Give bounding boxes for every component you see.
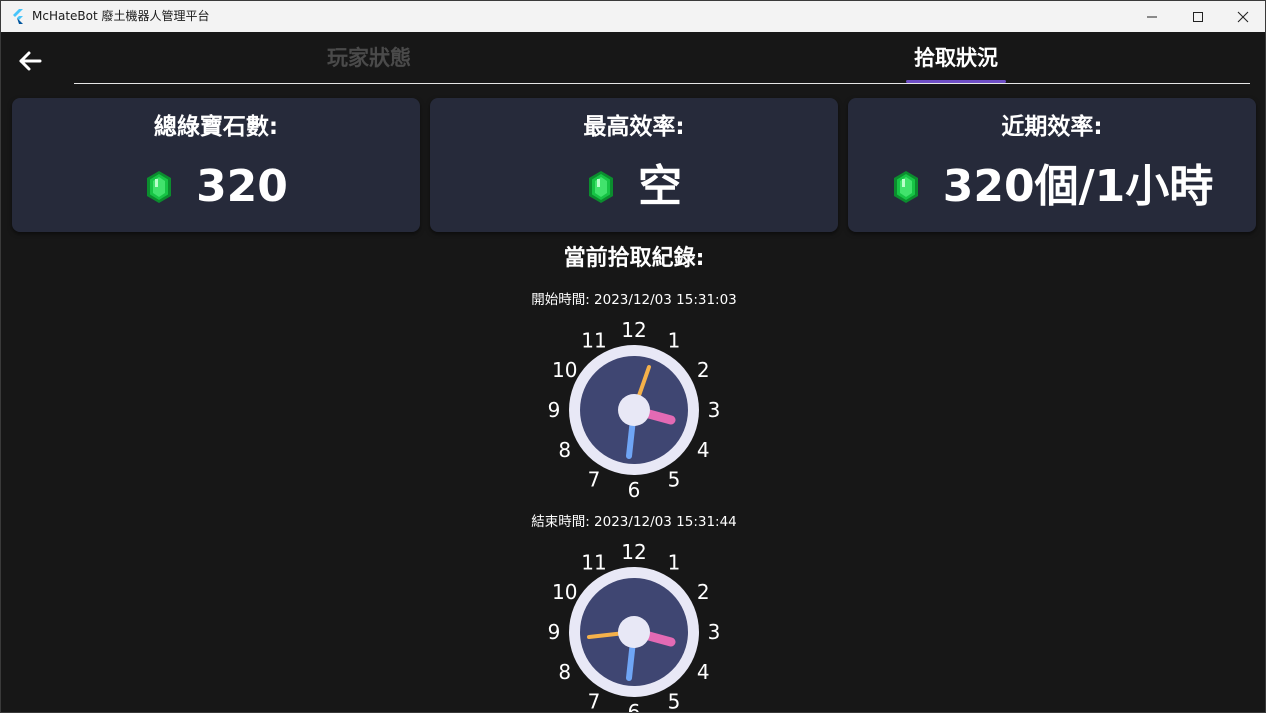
stat-value: 320 <box>196 161 288 212</box>
clock-number: 7 <box>588 689 601 713</box>
start-time-label: 開始時間: 2023/12/03 15:31:03 <box>531 292 737 308</box>
tab-bar: 玩家狀態 拾取狀況 <box>74 32 1250 84</box>
arrow-left-icon <box>19 51 42 71</box>
app-bar: 玩家狀態 拾取狀況 <box>1 32 1265 88</box>
clock-number: 12 <box>621 540 646 564</box>
clock-number: 4 <box>697 438 710 462</box>
clock-number: 1 <box>668 551 681 575</box>
app-window: McHateBot 廢土機器人管理平台 玩家狀態 拾取狀況 總綠寶石數: 320… <box>0 0 1266 713</box>
clock-number: 12 <box>621 318 646 342</box>
emerald-icon <box>893 171 918 203</box>
tab-indicator <box>906 80 1006 83</box>
tab-pickup-status[interactable]: 拾取狀況 <box>906 44 1006 72</box>
stat-card-best: 最高效率: 空 <box>430 98 838 232</box>
clock-number: 3 <box>708 620 721 644</box>
window-title: McHateBot 廢土機器人管理平台 <box>32 9 210 23</box>
stat-label: 最高效率: <box>583 114 685 140</box>
clock-number: 10 <box>552 358 577 382</box>
clock-number: 7 <box>588 467 601 491</box>
close-icon <box>1237 11 1249 22</box>
clock-center <box>618 616 650 648</box>
maximize-button[interactable] <box>1175 1 1221 32</box>
end-time-label: 結束時間: 2023/12/03 15:31:44 <box>531 514 737 530</box>
emerald-icon <box>589 171 613 203</box>
clock-number: 4 <box>697 660 710 684</box>
maximize-icon <box>1193 11 1203 22</box>
title-bar: McHateBot 廢土機器人管理平台 <box>1 1 1265 32</box>
back-button[interactable] <box>15 46 45 76</box>
clock-number: 5 <box>668 467 681 491</box>
stat-label: 近期效率: <box>1001 114 1103 140</box>
clock-number: 2 <box>697 358 710 382</box>
tab-player-status[interactable]: 玩家狀態 <box>319 44 419 72</box>
flutter-icon <box>13 9 23 24</box>
stat-card-total: 總綠寶石數: 320 <box>12 98 420 232</box>
clock-center <box>618 394 650 426</box>
minimize-button[interactable] <box>1129 1 1175 32</box>
close-button[interactable] <box>1220 1 1265 32</box>
clock-number: 5 <box>668 689 681 713</box>
clock-number: 3 <box>708 398 721 422</box>
clock-number: 2 <box>697 580 710 604</box>
clock-number: 9 <box>548 620 561 644</box>
stat-value: 320個/1小時 <box>942 161 1214 212</box>
clock-number: 6 <box>628 700 641 713</box>
clock-number: 6 <box>628 478 641 502</box>
clock-number: 8 <box>558 438 571 462</box>
clock-number: 1 <box>668 329 681 353</box>
clock-number: 10 <box>552 580 577 604</box>
clock-number: 9 <box>548 398 561 422</box>
clock-number: 11 <box>581 329 606 353</box>
minimize-icon <box>1147 16 1157 17</box>
clock-number: 11 <box>581 551 606 575</box>
stat-card-recent: 近期效率: 320個/1小時 <box>848 98 1256 232</box>
clock-number: 8 <box>558 660 571 684</box>
records-title: 當前拾取紀錄: <box>563 246 705 271</box>
emerald-icon <box>147 171 172 203</box>
stat-label: 總綠寶石數: <box>153 114 279 140</box>
stat-value: 空 <box>638 161 682 212</box>
start-clock: 12 1 2 3 4 5 6 7 8 9 10 11 <box>534 313 734 503</box>
end-clock: 12 1 2 3 4 5 6 7 8 9 10 11 <box>534 535 734 713</box>
